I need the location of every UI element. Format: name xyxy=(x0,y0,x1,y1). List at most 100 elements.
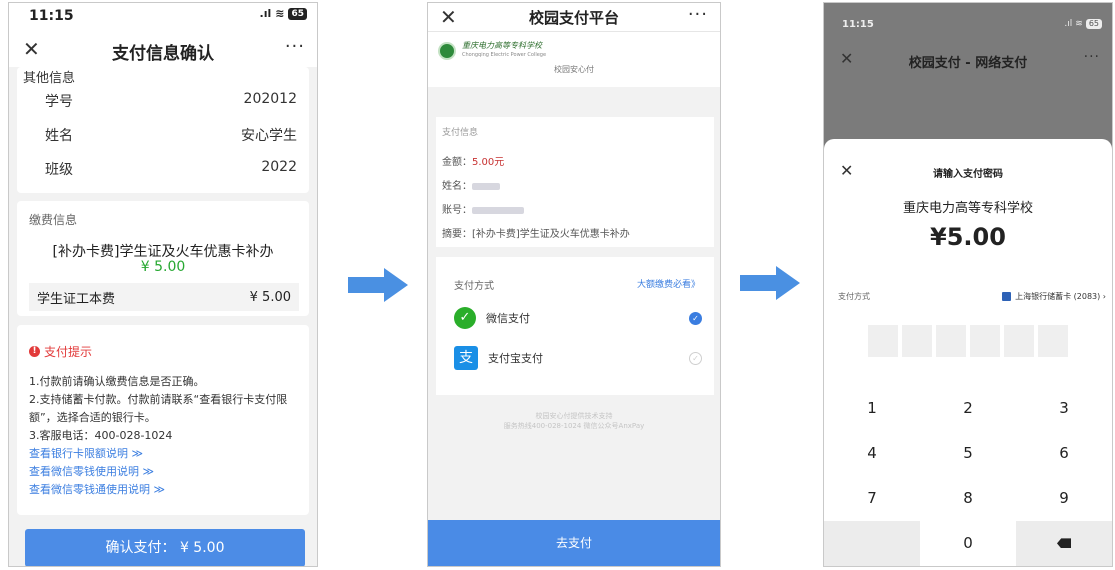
bank-limit-link[interactable]: 查看银行卡限额说明 ≫ xyxy=(29,445,301,463)
section-title: 支付信息 xyxy=(442,128,479,138)
nav-bar: ✕ 校园支付平台 ··· xyxy=(428,3,720,31)
row-value: 安心学生 xyxy=(241,128,297,144)
pin-box xyxy=(970,325,1000,357)
header-subtitle: 校园安心付 xyxy=(554,65,594,74)
section-title: 其他信息 xyxy=(23,71,76,86)
wechat-pay-option[interactable]: ✓ 微信支付 ✓ xyxy=(454,303,702,333)
delete-key[interactable] xyxy=(1016,520,1112,566)
blurred-account xyxy=(472,206,524,214)
wifi-icon: ≋ xyxy=(1075,19,1083,29)
school-logo-name: 重庆电力高等专科学校 xyxy=(462,41,542,50)
status-icons: .ıl ≋ 65 xyxy=(260,7,307,20)
tip-line: 1.付款前请确认缴费信息是否正确。 xyxy=(29,375,205,388)
tip-line: 2.支持储蓄卡付款。付款前请联系“查看银行卡支付限额”，选择合适的银行卡。 xyxy=(29,393,288,424)
status-bar: 11:15 .ıl ≋ 65 xyxy=(824,3,1112,31)
more-icon[interactable]: ··· xyxy=(688,4,708,25)
confirm-pay-button[interactable]: 确认支付： ¥ 5.00 xyxy=(25,529,305,566)
option-label: 微信支付 xyxy=(486,312,530,325)
key-0[interactable]: 0 xyxy=(920,521,1016,566)
key-7[interactable]: 7 xyxy=(824,476,920,521)
school-header: 重庆电力高等专科学校 Chongqing Electric Power Coll… xyxy=(428,31,720,87)
summary-label: 摘要： xyxy=(442,229,472,240)
footer-line: 服务热线400-028-1024 微信公众号AnxPay xyxy=(503,422,645,430)
row-label: 姓名 xyxy=(45,128,73,144)
status-icons: .ıl ≋ 65 xyxy=(1064,19,1102,29)
next-step-arrow-icon xyxy=(348,268,408,302)
method-label: 支付方式 xyxy=(454,281,494,292)
more-icon[interactable]: ··· xyxy=(285,36,305,57)
more-icon[interactable]: ··· xyxy=(1084,49,1100,65)
payment-tips-card: ! 支付提示 1.付款前请确认缴费信息是否正确。 2.支持储蓄卡付款。付款前请联… xyxy=(17,325,309,515)
payee-name: 重庆电力高等专科学校 xyxy=(902,201,1033,216)
pay-amount: ¥5.00 xyxy=(930,223,1006,251)
wechat-change-link[interactable]: 查看微信零钱使用说明 ≫ xyxy=(29,463,301,481)
nav-bar: ✕ 校园支付 - 网络支付 ··· xyxy=(824,45,1112,79)
key-2[interactable]: 2 xyxy=(920,385,1016,430)
key-9[interactable]: 9 xyxy=(1016,476,1112,521)
payment-info-card: 支付信息 金额：5.00元 姓名： 账号： 摘要：[补办卡费]学生证及火车优惠卡… xyxy=(436,117,714,247)
footer-line: 校园安心付提供技术支持 xyxy=(535,412,613,420)
phone-screen-payment-confirm: 11:15 .ıl ≋ 65 ✕ 支付信息确认 ··· 其他信息 学号 2020… xyxy=(8,2,318,567)
pin-box xyxy=(1038,325,1068,357)
school-logo-english: Chongqing Electric Power College xyxy=(462,52,547,58)
account-line: 账号： xyxy=(442,201,524,216)
key-8[interactable]: 8 xyxy=(920,476,1016,521)
go-pay-button[interactable]: 去支付 xyxy=(428,520,720,566)
wechat-lingqiantong-link[interactable]: 查看微信零钱通使用说明 ≫ xyxy=(29,481,301,499)
summary-line: 摘要：[补办卡费]学生证及火车优惠卡补办 xyxy=(442,225,630,240)
info-row-name: 姓名 安心学生 xyxy=(45,125,297,145)
key-1[interactable]: 1 xyxy=(824,385,920,430)
battery-icon: 65 xyxy=(1085,19,1102,29)
school-logo-icon xyxy=(438,42,456,60)
info-row-student-id: 学号 202012 xyxy=(45,91,297,111)
tips-body: 1.付款前请确认缴费信息是否正确。 2.支持储蓄卡付款。付款前请联系“查看银行卡… xyxy=(29,373,301,499)
account-label: 账号： xyxy=(442,205,472,216)
pin-box xyxy=(902,325,932,357)
fee-row: 学生证工本费 ¥ 5.00 xyxy=(29,283,299,311)
key-5[interactable]: 5 xyxy=(920,430,1016,475)
bank-card-selector[interactable]: 上海银行储蓄卡 (2083) › xyxy=(1002,291,1106,302)
payment-method-card: 支付方式 大额缴费必看》 ✓ 微信支付 ✓ 支 支付宝支付 ✓ xyxy=(436,257,714,395)
password-input[interactable] xyxy=(868,325,1068,357)
section-title: 缴费信息 xyxy=(29,213,78,227)
wechat-icon: ✓ xyxy=(454,307,476,329)
page-title: 支付信息确认 xyxy=(112,44,214,64)
option-label: 支付宝支付 xyxy=(488,352,543,365)
row-label: 学号 xyxy=(45,94,73,110)
key-4[interactable]: 4 xyxy=(824,430,920,475)
bank-icon xyxy=(1002,292,1012,301)
nav-bar: ✕ 支付信息确认 ··· xyxy=(9,31,317,67)
bank-card-label: 上海银行储蓄卡 (2083) › xyxy=(1015,292,1106,301)
row-value: 2022 xyxy=(261,159,297,175)
radio-unchecked-icon[interactable]: ✓ xyxy=(689,351,702,365)
amount-value: 5.00元 xyxy=(472,157,505,168)
info-row-class: 班级 2022 xyxy=(45,159,297,179)
status-bar: 11:15 .ıl ≋ 65 xyxy=(9,3,317,31)
signal-icon: .ıl xyxy=(1064,19,1073,29)
phone-screen-campus-pay: ✕ 校园支付平台 ··· 重庆电力高等专科学校 Chongqing Electr… xyxy=(427,2,721,567)
signal-icon: .ıl xyxy=(259,7,272,20)
next-step-arrow-icon xyxy=(740,266,800,300)
page-title: 校园支付平台 xyxy=(528,9,619,27)
key-3[interactable]: 3 xyxy=(1016,385,1112,430)
key-6[interactable]: 6 xyxy=(1016,430,1112,475)
status-time: 11:15 xyxy=(842,19,874,30)
alipay-option[interactable]: 支 支付宝支付 ✓ xyxy=(454,343,702,373)
name-line: 姓名： xyxy=(442,177,500,192)
key-blank xyxy=(824,520,920,566)
pin-box xyxy=(936,325,966,357)
large-payment-link[interactable]: 大额缴费必看》 xyxy=(637,277,700,290)
fee-row-label: 学生证工本费 xyxy=(37,291,116,307)
row-value: 202012 xyxy=(243,91,297,107)
page-title: 校园支付 - 网络支付 xyxy=(908,56,1028,71)
amount-line: 金额：5.00元 xyxy=(442,153,504,168)
pin-box xyxy=(868,325,898,357)
other-info-card: 其他信息 学号 202012 姓名 安心学生 班级 2022 xyxy=(17,67,309,193)
sheet-title: 请输入支付密码 xyxy=(933,169,1003,180)
fee-row-value: ¥ 5.00 xyxy=(249,289,291,305)
amount-label: 金额： xyxy=(442,157,472,168)
pin-box xyxy=(1004,325,1034,357)
status-time: 11:15 xyxy=(29,8,74,24)
name-label: 姓名： xyxy=(442,181,472,192)
radio-checked-icon[interactable]: ✓ xyxy=(689,311,702,325)
